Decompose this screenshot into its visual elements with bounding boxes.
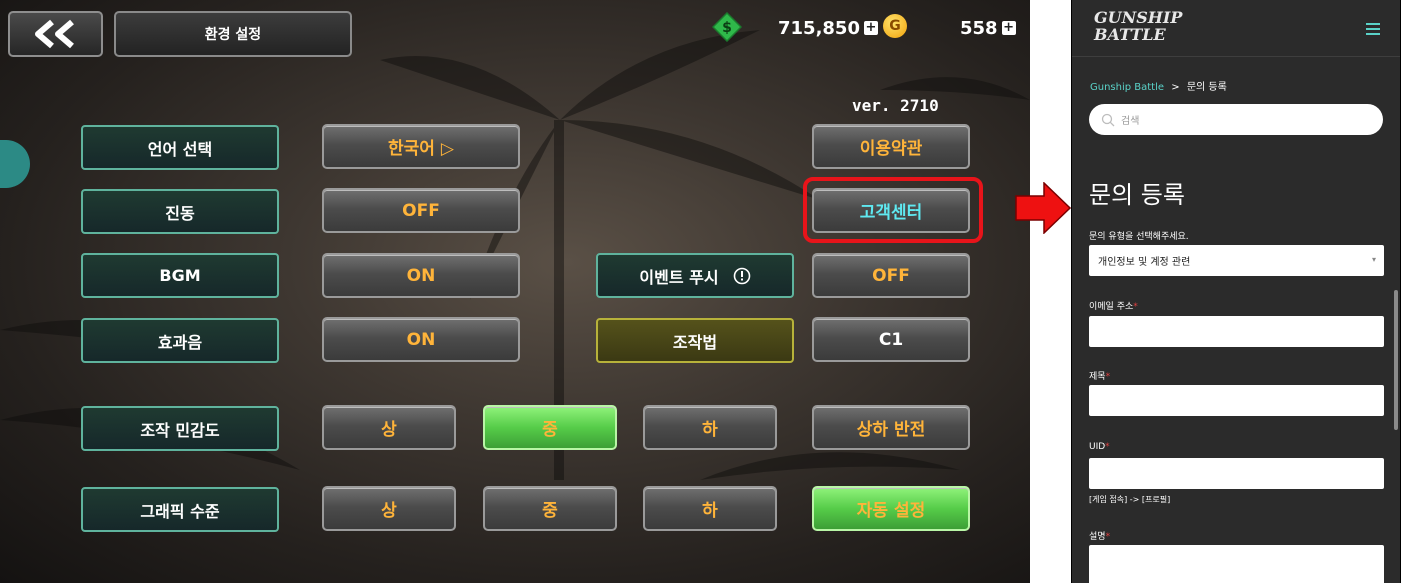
search-input[interactable]: 검색	[1089, 104, 1383, 135]
breadcrumb-separator: >	[1171, 82, 1180, 93]
uid-field[interactable]	[1089, 458, 1384, 489]
add-gold-button[interactable]: +	[1001, 21, 1016, 35]
search-icon	[1101, 113, 1115, 126]
subject-label-text: 제목	[1089, 372, 1106, 382]
info-icon[interactable]	[733, 267, 751, 285]
vibration-label: 진동	[81, 189, 279, 234]
email-label: 이메일 주소*	[1089, 299, 1138, 312]
support-web-page: GUNSHIP BATTLE Gunship Battle > 문의 등록 검색…	[1071, 0, 1401, 583]
page-scrollbar[interactable]	[1394, 290, 1398, 430]
graphics-low-button[interactable]: 하	[643, 486, 777, 531]
event-push-toggle[interactable]: OFF	[812, 253, 970, 298]
email-label-text: 이메일 주소	[1089, 302, 1134, 312]
event-push-text: 이벤트 푸시	[639, 267, 719, 287]
description-label-text: 설명	[1089, 532, 1106, 542]
version-label: ver. 2710	[852, 96, 939, 115]
required-asterisk: *	[1105, 442, 1110, 452]
bgm-toggle[interactable]: ON	[322, 253, 520, 298]
bgm-label: BGM	[81, 253, 279, 298]
screen-title: 환경 설정	[114, 11, 352, 57]
sensitivity-low-button[interactable]: 하	[643, 405, 777, 450]
sfx-toggle[interactable]: ON	[322, 317, 520, 362]
double-chevron-left-icon	[34, 19, 74, 49]
email-field[interactable]	[1089, 316, 1384, 347]
language-select-button[interactable]: 한국어 ▷	[322, 124, 520, 169]
game-settings-panel: 환경 설정 $ 715,850 + G 558 + ver. 2710 언어 선…	[0, 0, 1030, 583]
description-field[interactable]	[1089, 545, 1384, 583]
logo-line-2: BATTLE	[1094, 25, 1166, 44]
required-asterisk: *	[1105, 372, 1111, 382]
search-placeholder: 검색	[1121, 116, 1140, 127]
svg-text:$: $	[722, 20, 732, 36]
terms-button[interactable]: 이용약관	[812, 124, 970, 169]
inquiry-type-label: 문의 유형을 선택해주세요.	[1089, 232, 1189, 242]
graphics-mid-button[interactable]: 중	[483, 486, 617, 531]
subject-field[interactable]	[1089, 385, 1384, 416]
add-cash-button[interactable]: +	[863, 21, 878, 35]
controls-scheme-button[interactable]: C1	[812, 317, 970, 362]
page-title: 문의 등록	[1089, 181, 1185, 209]
logo-line-1: GUNSHIP	[1094, 8, 1183, 27]
gunship-battle-logo[interactable]: GUNSHIP BATTLE	[1094, 9, 1182, 43]
description-label: 설명*	[1089, 529, 1110, 542]
gold-amount: 558 +	[960, 14, 1016, 42]
inquiry-type-value: 개인정보 및 계정 관련	[1098, 257, 1191, 268]
inquiry-type-select[interactable]: 개인정보 및 계정 관련 ▾	[1089, 245, 1384, 276]
required-asterisk: *	[1133, 302, 1138, 312]
site-header: GUNSHIP BATTLE	[1072, 0, 1400, 57]
support-highlight-box	[803, 177, 983, 243]
sensitivity-label: 조작 민감도	[81, 406, 279, 451]
sfx-label: 효과음	[81, 318, 279, 363]
uid-label: UID*	[1089, 442, 1110, 452]
graphics-high-button[interactable]: 상	[322, 486, 456, 531]
cash-amount: 715,850 +	[778, 14, 878, 42]
cash-value: 715,850	[778, 17, 860, 39]
language-label: 언어 선택	[81, 125, 279, 170]
required-asterisk: *	[1105, 532, 1111, 542]
controls-label[interactable]: 조작법	[596, 318, 794, 363]
back-button[interactable]	[8, 11, 103, 57]
gold-value: 558	[960, 17, 998, 39]
breadcrumb-home-link[interactable]: Gunship Battle	[1090, 82, 1164, 93]
vibration-toggle[interactable]: OFF	[322, 188, 520, 233]
invert-vertical-button[interactable]: 상하 반전	[812, 405, 970, 450]
event-push-label: 이벤트 푸시	[596, 253, 794, 298]
breadcrumb: Gunship Battle > 문의 등록	[1090, 78, 1227, 93]
select-chevron-icon: ▾	[1371, 255, 1376, 264]
uid-label-text: UID	[1089, 442, 1106, 452]
red-arrow-icon	[1015, 182, 1072, 234]
auto-graphics-button[interactable]: 자동 설정	[812, 486, 970, 531]
hamburger-menu-icon[interactable]	[1366, 23, 1380, 35]
gold-coin-icon: G	[883, 14, 907, 38]
sensitivity-mid-button[interactable]: 중	[483, 405, 617, 450]
cash-dollar-icon: $	[712, 12, 742, 42]
sensitivity-high-button[interactable]: 상	[322, 405, 456, 450]
subject-label: 제목*	[1089, 369, 1110, 382]
breadcrumb-current: 문의 등록	[1186, 82, 1227, 93]
uid-hint: [게임 접속] -> [프로필]	[1089, 495, 1171, 504]
graphics-label: 그래픽 수준	[81, 487, 279, 532]
